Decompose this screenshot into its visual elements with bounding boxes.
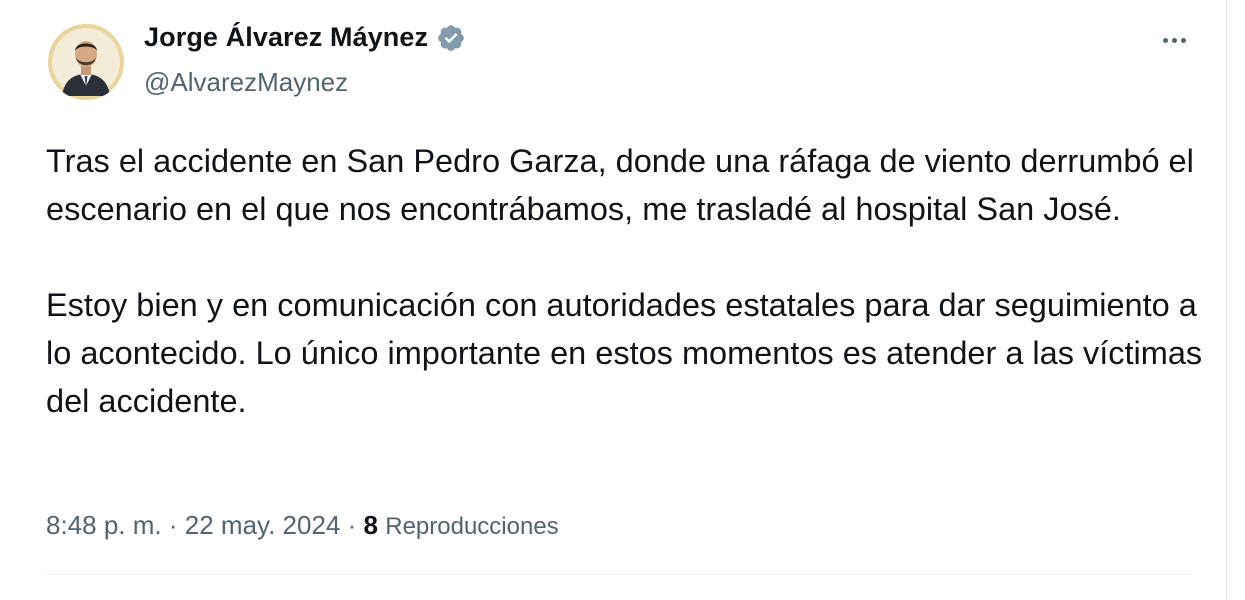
- tweet-text: Tras el accidente en San Pedro Garza, do…: [46, 137, 1206, 425]
- avatar[interactable]: [48, 24, 124, 100]
- more-options-button[interactable]: [1156, 26, 1192, 54]
- views-count: 8: [363, 510, 378, 540]
- tweet-paragraph: Estoy bien y en comunicación con autorid…: [46, 287, 1203, 419]
- author-handle[interactable]: @AlvarezMaynez: [144, 67, 348, 98]
- tweet-date[interactable]: 22 may. 2024: [185, 510, 341, 540]
- profile-photo-icon: [48, 24, 124, 100]
- verified-badge-icon: [438, 24, 464, 51]
- author-name[interactable]: Jorge Álvarez Máynez: [144, 22, 428, 53]
- more-options-icon: [1162, 37, 1168, 43]
- author-name-row: Jorge Álvarez Máynez: [144, 22, 466, 53]
- tweet-meta: 8:48 p. m. · 22 may. 2024 · 8 Reproducci…: [46, 510, 559, 541]
- tweet-card: Jorge Álvarez Máynez @AlvarezMaynez Tras…: [0, 0, 1227, 600]
- tweet-time[interactable]: 8:48 p. m.: [46, 510, 162, 540]
- tweet-paragraph: Tras el accidente en San Pedro Garza, do…: [46, 143, 1194, 227]
- meta-separator: ·: [347, 510, 357, 540]
- divider: [46, 574, 1192, 575]
- views-label: Reproducciones: [385, 513, 559, 540]
- meta-separator: ·: [168, 510, 178, 540]
